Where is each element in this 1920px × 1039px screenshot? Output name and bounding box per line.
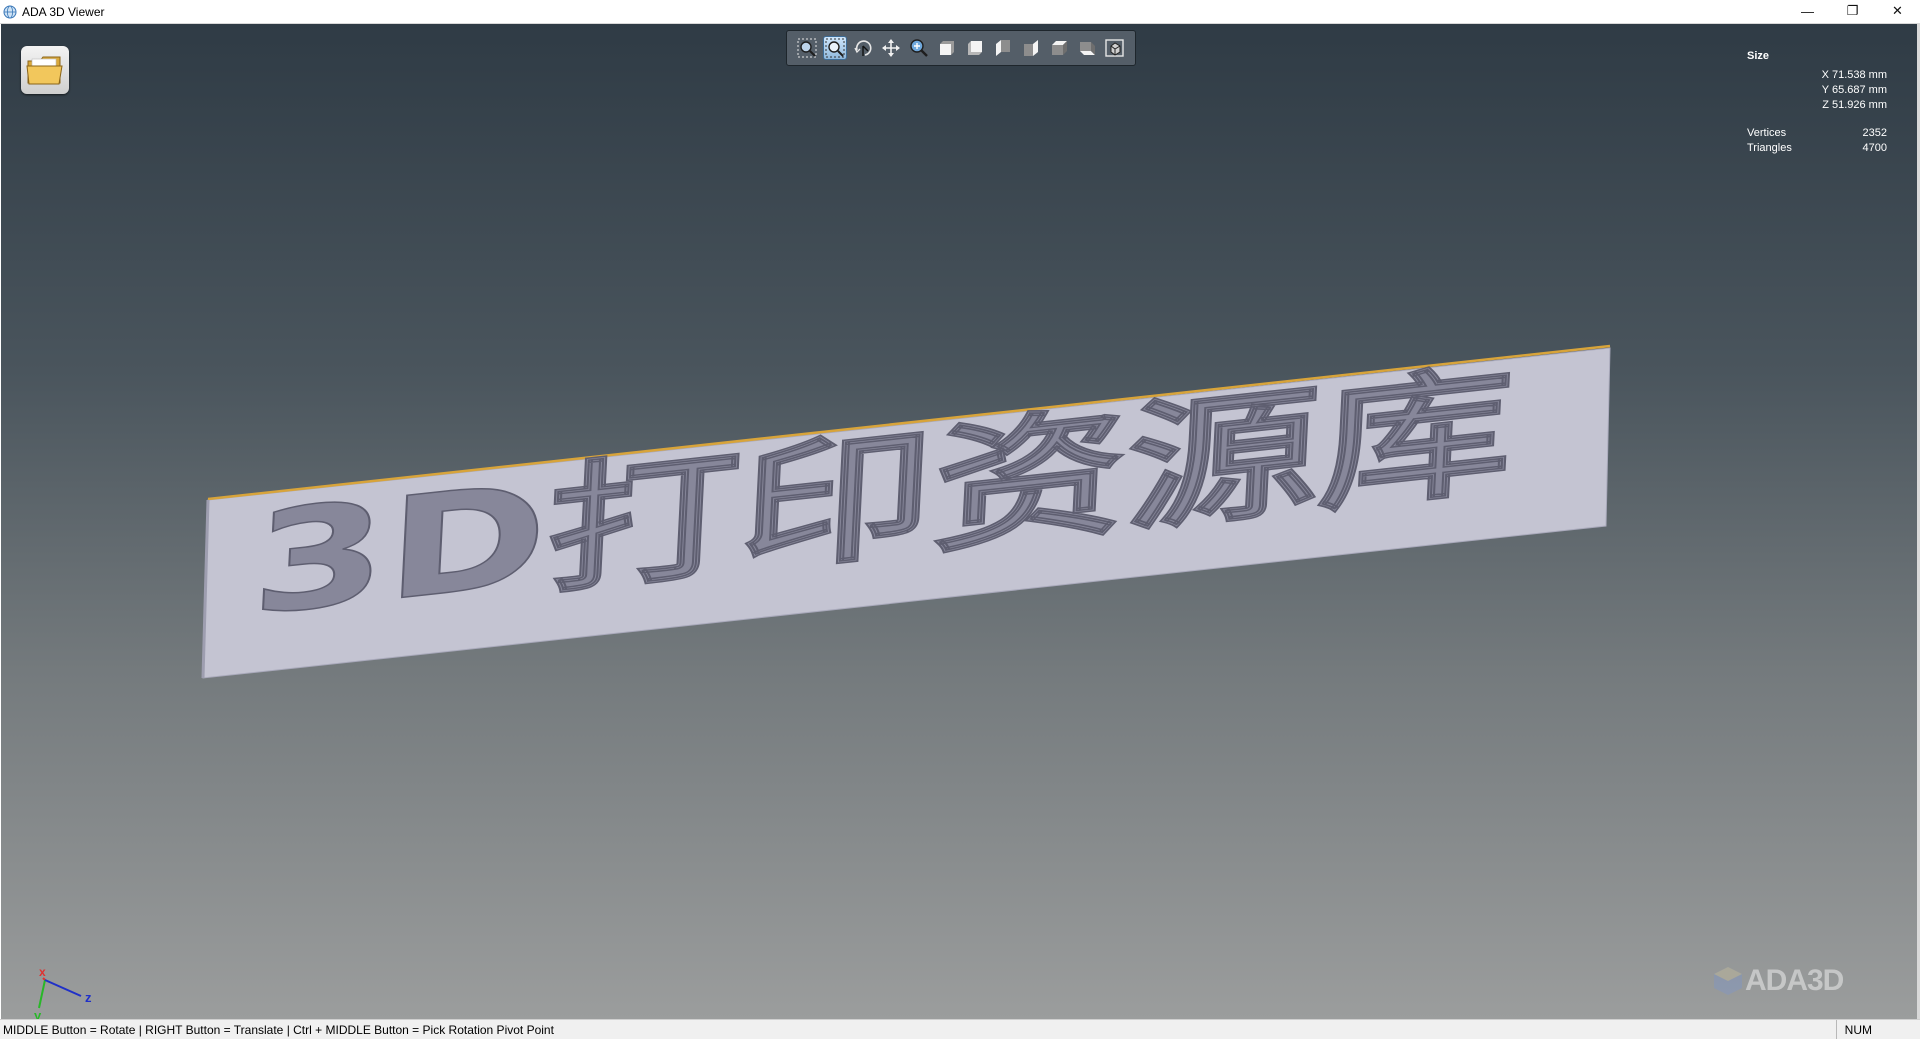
status-bar: MIDDLE Button = Rotate | RIGHT Button = … xyxy=(0,1019,1920,1039)
minimize-button[interactable]: — xyxy=(1785,0,1830,22)
3d-viewport[interactable]: Size X 71.538 mm Y 65.687 mm Z 51.926 mm… xyxy=(1,24,1917,1019)
window-controls: — ❐ ✕ xyxy=(1785,0,1920,22)
num-lock-indicator: NUM xyxy=(1835,1020,1880,1039)
title-bar: ADA 3D Viewer — ❐ ✕ xyxy=(0,0,1920,24)
ada3d-cube-icon xyxy=(1714,967,1742,995)
status-hint: MIDDLE Button = Rotate | RIGHT Button = … xyxy=(3,1022,554,1037)
window-title: ADA 3D Viewer xyxy=(22,4,105,19)
restore-button[interactable]: ❐ xyxy=(1830,0,1875,22)
axis-y-label: y xyxy=(34,1008,42,1019)
axis-z-label: z xyxy=(85,990,92,1005)
globe-app-icon xyxy=(3,5,17,18)
axis-x-label: x xyxy=(39,965,46,979)
watermark-text: ADA3D xyxy=(1745,964,1844,997)
3d-model[interactable]: 3D打印资源库 xyxy=(1,24,1917,1019)
close-button[interactable]: ✕ xyxy=(1875,0,1920,22)
ada3d-logo: ADA3D xyxy=(1711,964,1844,998)
axis-triad: x y z xyxy=(34,965,92,1019)
